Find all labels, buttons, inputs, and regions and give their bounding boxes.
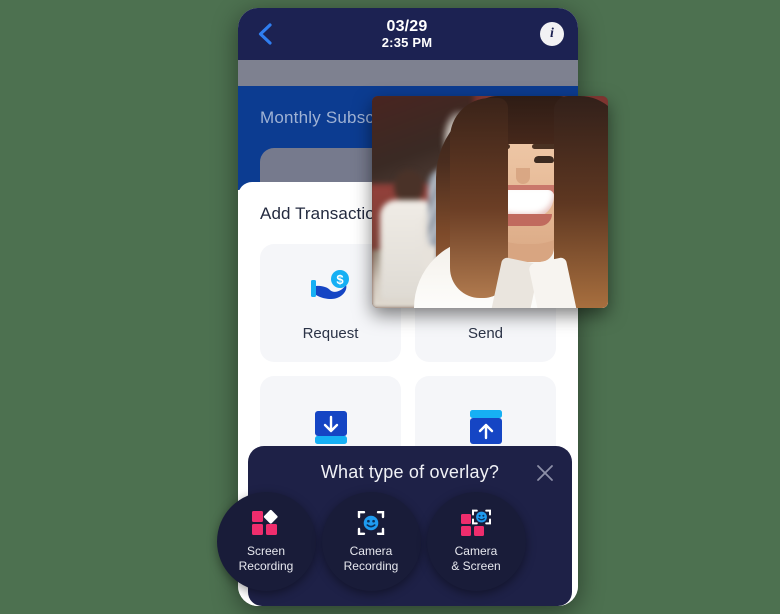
header-date: 03/29	[386, 17, 428, 35]
overlay-type-dialog: What type of overlay? Screen Recording C…	[216, 446, 572, 606]
camera-pip-preview[interactable]	[372, 96, 608, 308]
svg-text:$: $	[336, 272, 344, 287]
option-label: Camera Recording	[343, 544, 399, 573]
header-time: 2:35 PM	[381, 34, 433, 50]
info-icon[interactable]: i	[540, 22, 564, 46]
deposit-download-icon	[311, 405, 351, 449]
dialog-title: What type of overlay?	[320, 461, 500, 482]
chevron-left-icon	[257, 23, 273, 45]
option-camera-and-screen[interactable]: Camera & Screen	[426, 492, 526, 591]
option-label: Screen Recording	[238, 544, 294, 573]
screenshot-stage: 03/29 2:35 PM i Monthly Subscription Add…	[0, 0, 780, 614]
camera-face-bracket-icon	[357, 510, 385, 536]
option-camera-recording[interactable]: Camera Recording	[321, 492, 421, 591]
dialog-header: What type of overlay?	[248, 446, 572, 498]
pip-foreground-subject	[414, 96, 608, 308]
app-header: 03/29 2:35 PM i	[238, 8, 578, 60]
hand-holding-dollar-icon: $	[309, 265, 353, 309]
placeholder-band	[238, 60, 578, 86]
tile-label: Send	[467, 324, 504, 342]
overlay-option-list: Screen Recording Camera Recording Camera…	[216, 492, 572, 591]
header-datetime: 03/29 2:35 PM	[274, 18, 540, 50]
option-screen-recording[interactable]: Screen Recording	[216, 492, 316, 591]
option-label: Camera & Screen	[451, 544, 501, 573]
withdraw-upload-icon	[466, 405, 506, 449]
screen-squares-icon	[251, 510, 281, 536]
tile-label: Request	[302, 324, 359, 342]
pip-scene	[372, 96, 608, 308]
close-icon[interactable]	[532, 460, 558, 486]
camera-and-screen-icon	[460, 509, 492, 537]
